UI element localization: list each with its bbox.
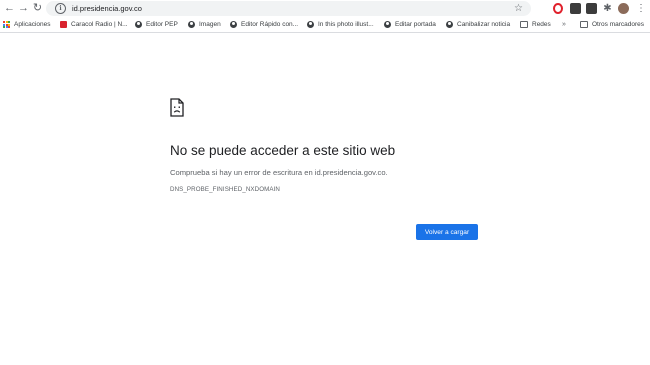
profile-avatar[interactable]: [618, 3, 629, 14]
forward-arrow-icon[interactable]: →: [17, 2, 30, 15]
bookmark-label: Editar portada: [395, 21, 436, 28]
error-suggestion: Comprueba si hay un error de escritura e…: [170, 168, 388, 177]
bookmark-photo-illust[interactable]: In this photo illust...: [307, 17, 374, 32]
reload-icon[interactable]: ↻: [31, 2, 44, 15]
bookmarks-overflow-chevron-icon[interactable]: »: [562, 17, 566, 32]
bookmarks-bar: Aplicaciones Caracol Radio | N... Editor…: [0, 17, 650, 33]
back-arrow-icon[interactable]: ←: [3, 2, 16, 15]
folder-icon: [520, 21, 528, 28]
bookmark-label: Editor Rápido con...: [241, 21, 299, 28]
bookmark-caracol[interactable]: Caracol Radio | N...: [60, 17, 128, 32]
globe-icon: [446, 21, 453, 28]
caracol-favicon-icon: [60, 21, 67, 28]
bookmark-apps[interactable]: Aplicaciones: [3, 17, 51, 32]
bookmark-label: Otros marcadores: [592, 21, 645, 28]
bookmark-label: Imagen: [199, 21, 221, 28]
bookmark-canibalizar[interactable]: Canibalizar noticia: [446, 17, 510, 32]
globe-icon: [135, 21, 142, 28]
globe-icon: [188, 21, 195, 28]
url-text[interactable]: id.presidencia.gov.co: [72, 4, 142, 13]
bookmark-folder-otros[interactable]: Otros marcadores: [580, 17, 644, 32]
bookmark-label: Redes: [532, 21, 551, 28]
bookmark-folder-redes[interactable]: Redes: [520, 17, 551, 32]
folder-icon: [580, 21, 588, 28]
apps-icon: [3, 21, 10, 28]
globe-icon: [230, 21, 237, 28]
reload-button[interactable]: Volver a cargar: [416, 224, 478, 240]
opera-extension-icon[interactable]: [553, 3, 563, 14]
bookmark-editor-rapido[interactable]: Editor Rápido con...: [230, 17, 298, 32]
globe-icon: [384, 21, 391, 28]
bookmark-label: Editor PEP: [146, 21, 178, 28]
globe-icon: [307, 21, 314, 28]
extension-icon[interactable]: [570, 3, 581, 14]
address-bar[interactable]: i id.presidencia.gov.co ☆: [46, 1, 531, 16]
sad-page-icon: [170, 98, 184, 117]
bookmark-imagen[interactable]: Imagen: [188, 17, 221, 32]
bookmark-star-icon[interactable]: ☆: [514, 1, 523, 16]
error-code: DNS_PROBE_FINISHED_NXDOMAIN: [170, 186, 280, 193]
menu-dots-icon[interactable]: ⋮: [636, 3, 646, 14]
extension-icon[interactable]: [586, 3, 597, 14]
bookmark-editor-pep[interactable]: Editor PEP: [135, 17, 178, 32]
bookmark-editar-portada[interactable]: Editar portada: [384, 17, 436, 32]
bookmark-label: Canibalizar noticia: [457, 21, 511, 28]
browser-toolbar: ← → ↻ i id.presidencia.gov.co ☆ ✱ ⋮: [0, 0, 650, 17]
info-icon[interactable]: i: [55, 3, 66, 14]
extensions-puzzle-icon[interactable]: ✱: [602, 3, 613, 14]
bookmark-label: In this photo illust...: [318, 21, 374, 28]
bookmark-label: Aplicaciones: [14, 21, 51, 28]
bookmark-label: Caracol Radio | N...: [71, 21, 128, 28]
error-heading: No se puede acceder a este sitio web: [170, 143, 396, 158]
